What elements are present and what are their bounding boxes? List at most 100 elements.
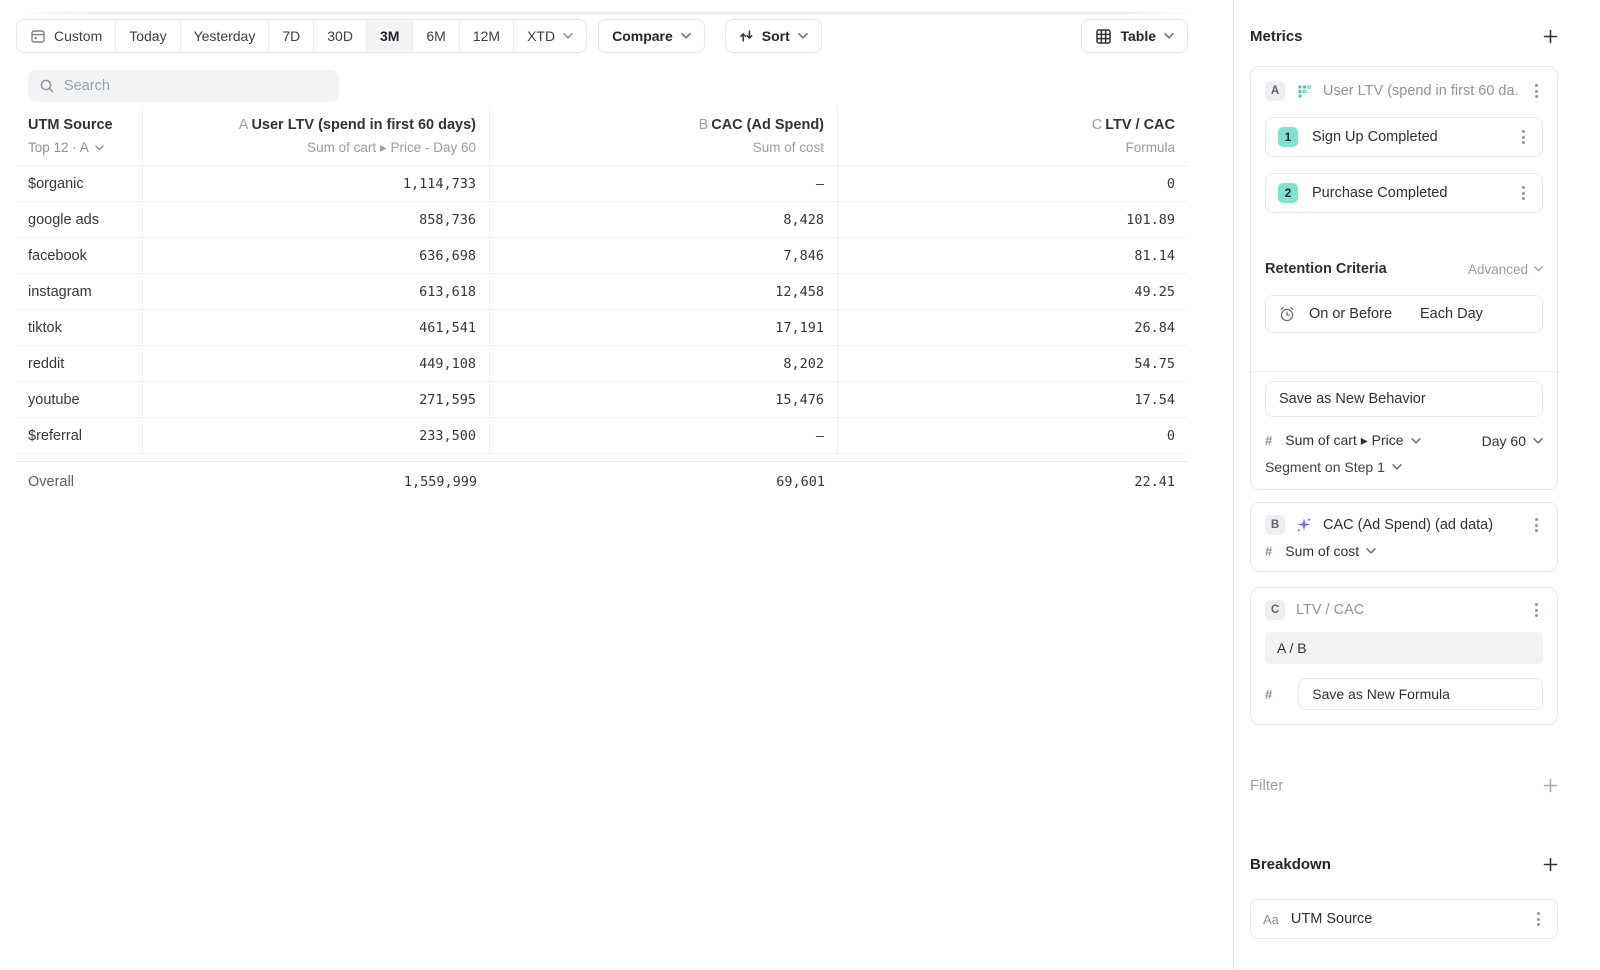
range-button-3m[interactable]: 3M [367,20,413,52]
ltv-value-cell: 233,500 [143,418,490,453]
date-range-group: Custom Today Yesterday7D 30D 3M6M12M XTD [16,19,587,53]
cac-value-cell: 15,476 [490,382,838,417]
number-property-icon: # [1265,544,1272,559]
top-shadow-line [18,12,1194,14]
range-button-12m[interactable]: 12M [460,20,514,52]
table-row[interactable]: google ads858,7368,428101.89 [16,202,1188,238]
table-label: Table [1120,28,1156,44]
add-metric-icon[interactable] [1543,29,1558,44]
retention-criteria-header: Retention Criteria Advanced [1265,261,1543,277]
retention-criteria-row[interactable]: On or Before Each Day [1265,295,1543,333]
formula-input[interactable]: A / B [1265,632,1543,664]
metric-b-property-row: # Sum of cost [1265,543,1543,559]
calendar-icon [30,28,46,44]
range-button-xtd[interactable]: XTD [514,20,586,52]
utm-source-cell: google ads [16,202,143,237]
ltv-value-cell: 636,698 [143,238,490,273]
sort-label: Sort [762,28,790,44]
search-input[interactable] [64,78,328,94]
sort-button[interactable]: Sort [725,19,822,53]
day-window-selector[interactable]: Day 60 [1482,433,1543,449]
step-1-row[interactable]: 1 Sign Up Completed [1265,117,1543,157]
utm-source-cell: facebook [16,238,143,273]
chevron-down-icon [1533,438,1543,444]
property-selector[interactable]: Sum of cart ▸ Price [1285,432,1403,449]
chevron-down-icon [1392,464,1402,470]
add-filter-icon[interactable] [1543,778,1558,793]
cac-value-cell: 8,428 [490,202,838,237]
utm-source-cell: tiktok [16,310,143,345]
range-button-yesterday[interactable]: Yesterday [181,20,270,52]
metric-b-card: B CAC (Ad Spend) (ad data) # Sum of cost [1250,502,1558,572]
metrics-sidebar: Metrics A User LTV (spend in first 60 da… [1233,0,1600,970]
range-button-custom[interactable]: Custom [17,20,116,52]
kebab-menu-icon[interactable] [1529,518,1543,532]
column-title: CAC (Ad Spend) [711,117,824,133]
compare-button[interactable]: Compare [598,19,705,53]
metric-c-header[interactable]: C LTV / CAC [1265,600,1543,620]
kebab-menu-icon[interactable] [1529,603,1543,617]
property-selector[interactable]: Sum of cost [1285,543,1359,559]
step-2-row[interactable]: 2 Purchase Completed [1265,173,1543,213]
table-row[interactable]: facebook636,6987,84681.14 [16,238,1188,274]
text-property-icon: Aa [1263,912,1279,927]
cac-value-cell: 8,202 [490,346,838,381]
kebab-menu-icon[interactable] [1516,186,1530,200]
add-breakdown-icon[interactable] [1543,857,1558,872]
ltv-value-cell: 858,736 [143,202,490,237]
table-row[interactable]: tiktok461,54117,19126.84 [16,310,1188,346]
kebab-menu-icon[interactable] [1529,84,1543,98]
range-label: XTD [527,28,555,44]
table-row[interactable]: instagram613,61812,45849.25 [16,274,1188,310]
filter-title: Filter [1250,777,1283,794]
kebab-menu-icon[interactable] [1531,912,1545,926]
column-letter: B [699,117,709,133]
number-property-icon: # [1265,433,1272,448]
range-label: 30D [327,28,353,44]
range-button-30d[interactable]: 30D [314,20,367,52]
overall-cac: 69,601 [490,462,838,501]
utm-source-cell: $referral [16,418,143,453]
breakdown-section-header: Breakdown [1250,856,1558,873]
chevron-down-icon [681,33,691,39]
column-b-header[interactable]: BCAC (Ad Spend) Sum of cost [490,107,838,165]
metric-a-header[interactable]: A User LTV (spend in first 60 da... [1265,81,1543,101]
range-button-6m[interactable]: 6M [413,20,459,52]
criteria-period[interactable]: Each Day [1420,306,1483,322]
ltv-value-cell: 461,541 [143,310,490,345]
table-row[interactable]: $organic1,114,733–0 [16,166,1188,202]
table-row[interactable]: youtube271,59515,47617.54 [16,382,1188,418]
utm-column-subtitle[interactable]: Top 12 · A [28,138,142,157]
save-as-new-formula-button[interactable]: Save as New Formula [1298,678,1543,710]
range-label: Today [129,28,166,44]
breakdown-title: Breakdown [1250,856,1331,873]
cac-value-cell: – [490,418,838,453]
utm-column-header: UTM Source Top 12 · A [16,107,143,165]
step-label: Purchase Completed [1312,185,1502,201]
sparkle-icon [1296,517,1312,533]
column-subtitle: Sum of cart ▸ Price - Day 60 [143,138,476,157]
metrics-section-header: Metrics [1250,28,1558,45]
table-row[interactable]: reddit449,1088,20254.75 [16,346,1188,382]
breakdown-item-card[interactable]: Aa UTM Source [1250,899,1558,939]
ltv-value-cell: 1,114,733 [143,166,490,201]
range-label: Custom [54,28,102,44]
save-as-new-behavior-button[interactable]: Save as New Behavior [1265,381,1543,417]
criteria-operator[interactable]: On or Before [1309,306,1392,322]
range-button-7d[interactable]: 7D [269,20,314,52]
toolbar: Custom Today Yesterday7D 30D 3M6M12M XTD Comp… [16,19,1188,53]
search-box[interactable] [28,70,339,102]
kebab-menu-icon[interactable] [1516,130,1530,144]
column-c-header[interactable]: CLTV / CAC Formula [838,107,1188,165]
range-button-today[interactable]: Today [116,20,180,52]
results-table: UTM Source Top 12 · A AUser LTV (spend i… [16,107,1188,501]
view-type-button[interactable]: Table [1081,19,1188,53]
column-a-header[interactable]: AUser LTV (spend in first 60 days) Sum o… [143,107,490,165]
alarm-clock-icon [1278,305,1296,323]
cac-value-cell: – [490,166,838,201]
segment-selector[interactable]: Segment on Step 1 [1265,459,1543,475]
metric-b-header[interactable]: B CAC (Ad Spend) (ad data) [1265,515,1543,535]
number-property-icon: # [1265,687,1272,702]
table-row[interactable]: $referral233,500–0 [16,418,1188,454]
advanced-dropdown[interactable]: Advanced [1468,262,1543,277]
